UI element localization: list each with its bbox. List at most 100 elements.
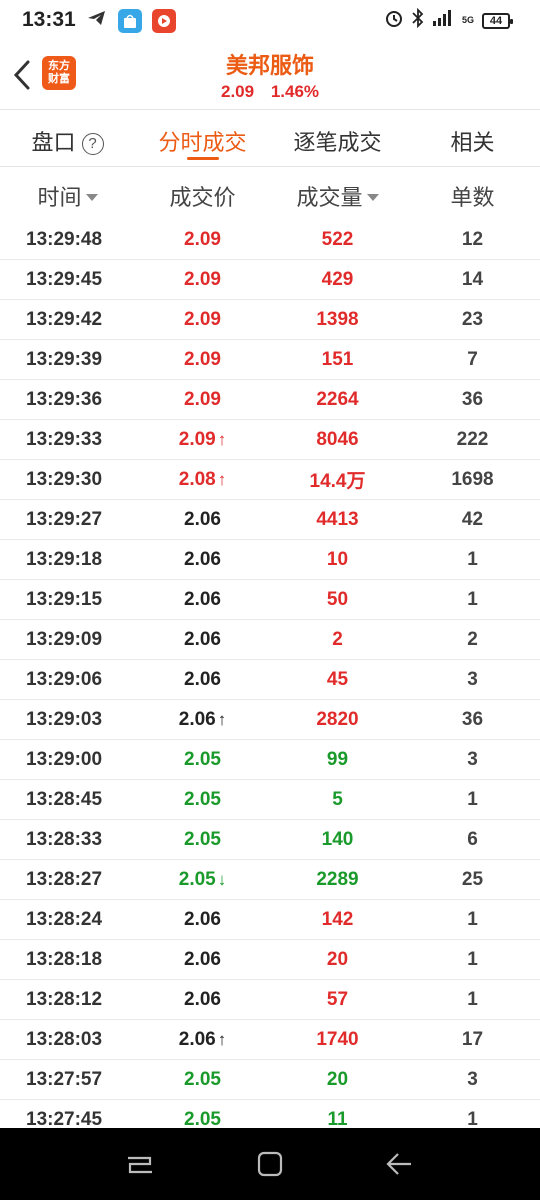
trade-time: 13:28:24 [26,908,103,930]
trade-time: 13:28:03 [26,1028,103,1050]
trade-count: 36 [461,708,484,730]
table-row[interactable]: 13:27:57 2.05 20 3 [0,1060,540,1100]
trade-price: 2.06 [184,988,221,1010]
trade-count: 2 [467,628,478,650]
tab-orderbook[interactable]: 盘口? [0,111,135,166]
arrow-up-icon: ↑ [217,1029,227,1049]
trade-price: 2.06 [184,548,221,570]
tab-related[interactable]: 相关 [405,111,540,166]
table-row[interactable]: 13:29:42 2.09 1398 23 [0,300,540,340]
trade-volume: 2264 [316,388,359,410]
table-row[interactable]: 13:29:45 2.09 429 14 [0,260,540,300]
trade-volume: 14.4万 [309,471,366,492]
trade-price-cell: 2.09 [135,229,270,251]
back-nav-icon[interactable] [384,1150,414,1183]
table-row[interactable]: 13:29:33 2.09 ↑ 8046 222 [0,420,540,460]
status-bar: 13:31 5G 44 [0,0,540,42]
table-row[interactable]: 13:29:03 2.06 ↑ 2820 36 [0,700,540,740]
trade-count: 1698 [451,468,494,490]
trade-time: 13:29:36 [26,388,103,410]
trade-count: 12 [461,228,484,250]
table-row[interactable]: 13:28:45 2.05 5 1 [0,780,540,820]
trade-volume: 151 [321,348,354,370]
trade-volume: 522 [321,228,354,250]
trade-price-cell: 2.05 [135,829,270,851]
trade-time: 13:28:33 [26,828,103,850]
table-row[interactable]: 13:29:39 2.09 151 7 [0,340,540,380]
alarm-icon [384,8,404,33]
table-row[interactable]: 13:29:27 2.06 4413 42 [0,500,540,540]
trade-time: 13:29:48 [26,228,103,250]
trade-price: 2.06 [184,508,221,530]
trade-price: 2.05 [184,788,221,810]
system-icons: 5G 44 [384,7,513,33]
table-row[interactable]: 13:29:36 2.09 2264 36 [0,380,540,420]
trade-price: 2.05 [184,1068,221,1090]
trade-volume: 11 [327,1108,348,1129]
trade-time: 13:29:33 [26,428,103,450]
trade-volume: 2820 [316,708,359,730]
table-row[interactable]: 13:28:03 2.06 ↑ 1740 17 [0,1020,540,1060]
tab-minute-trades[interactable]: 分时成交 [135,111,270,166]
active-tab-indicator [186,157,219,160]
trade-volume: 429 [321,268,354,290]
battery-icon: 44 [482,12,513,29]
table-row[interactable]: 13:28:27 2.05 ↓ 2289 25 [0,860,540,900]
network-type: 5G [461,15,474,25]
table-row[interactable]: 13:28:18 2.06 20 1 [0,940,540,980]
trade-volume: 99 [326,748,349,770]
trade-time: 13:29:06 [26,668,103,690]
table-row[interactable]: 13:29:09 2.06 2 2 [0,620,540,660]
trade-count: 25 [461,868,484,890]
trade-volume: 20 [326,1068,349,1090]
trade-price-cell: 2.05 ↓ [135,869,270,891]
stock-name: 美邦服饰 [225,53,314,78]
trade-count: 1 [467,1108,478,1129]
trade-count: 3 [467,668,478,690]
trade-time: 13:29:30 [26,468,103,490]
trade-volume: 5 [332,788,343,810]
trade-count: 3 [467,748,478,770]
trade-time: 13:28:12 [26,988,103,1010]
table-row[interactable]: 13:29:00 2.05 99 3 [0,740,540,780]
trade-time: 13:29:45 [26,268,103,290]
trade-count: 3 [467,1068,478,1090]
trade-price: 2.06 [184,588,221,610]
trade-price: 2.09 [178,428,216,450]
table-row[interactable]: 13:28:12 2.06 57 1 [0,980,540,1020]
table-row[interactable]: 13:29:18 2.06 10 1 [0,540,540,580]
stock-price: 2.09 [220,82,255,101]
table-row[interactable]: 13:28:33 2.05 140 6 [0,820,540,860]
trade-price: 2.09 [184,308,221,330]
table-row[interactable]: 13:28:24 2.06 142 1 [0,900,540,940]
stock-change-pct: 1.46% [270,82,320,101]
table-row[interactable]: 13:29:15 2.06 50 1 [0,580,540,620]
table-row[interactable]: 13:29:06 2.06 45 3 [0,660,540,700]
trade-list[interactable]: 13:29:48 2.09 522 12 13:29:45 2.09 429 14 13:29:… [0,220,540,1128]
trade-time: 13:29:09 [26,628,103,650]
table-header: 时间 成交价 成交量 单数 [0,168,540,220]
video-app-icon [152,8,176,33]
trade-price-cell: 2.06 [135,509,270,531]
column-header-volume[interactable]: 成交量 [270,168,405,220]
table-row[interactable]: 13:27:45 2.05 11 1 [0,1100,540,1129]
column-header-time[interactable]: 时间 [0,168,135,220]
stock-quote: 2.09 1.46% [0,82,540,102]
recent-apps-icon[interactable] [124,1150,156,1185]
bluetooth-icon [412,7,424,33]
arrow-down-icon: ↓ [217,869,227,889]
tab-tick-trades[interactable]: 逐笔成交 [270,111,405,166]
trade-count: 42 [461,508,484,530]
trade-price: 2.06 [184,948,221,970]
table-row[interactable]: 13:29:30 2.08 ↑ 14.4万 1698 [0,460,540,500]
home-icon[interactable] [256,1150,284,1183]
trade-time: 13:29:27 [26,508,103,530]
status-time: 13:31 [22,8,76,31]
column-header-price: 成交价 [169,185,236,210]
table-row[interactable]: 13:29:48 2.09 522 12 [0,220,540,260]
trade-time: 13:29:18 [26,548,103,570]
trade-price-cell: 2.05 [135,1109,270,1129]
help-icon[interactable]: ? [81,133,104,155]
signal-icon [432,9,454,32]
trade-price-cell: 2.09 [135,269,270,291]
